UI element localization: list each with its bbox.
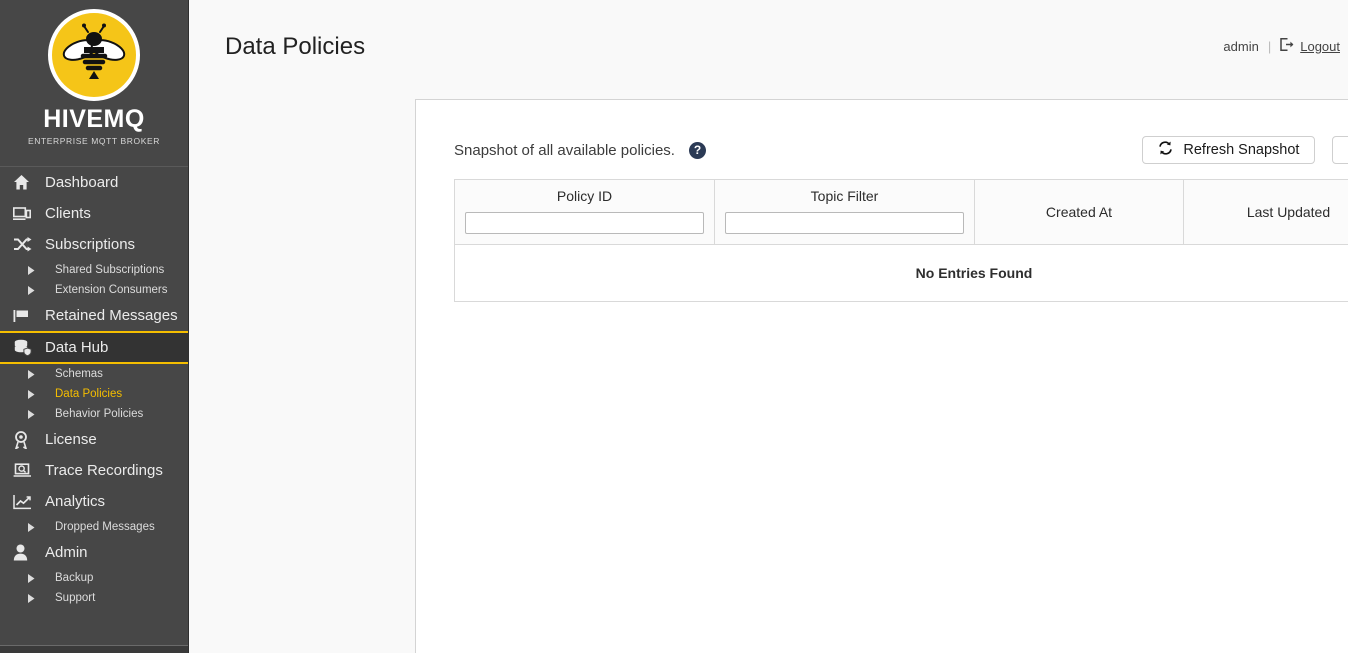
column-header-last-updated[interactable]: ▼ Last Updated xyxy=(1183,179,1348,245)
chevron-right-icon xyxy=(28,593,42,603)
table-body: No Entries Found xyxy=(454,244,1348,302)
flag-icon xyxy=(13,308,39,323)
main-content: Data Policies admin | Logout Snapshot of… xyxy=(189,0,1348,653)
sidebar-subitem-label: Data Policies xyxy=(55,388,123,400)
logout-icon xyxy=(1280,38,1294,54)
snapshot-description: Snapshot of all available policies. xyxy=(454,141,675,159)
snapshot-description-row: Snapshot of all available policies. ? xyxy=(454,141,706,159)
home-icon xyxy=(13,174,39,191)
sidebar-subitem-shared-subscriptions[interactable]: Shared Subscriptions xyxy=(0,260,188,280)
sidebar-subitem-data-policies[interactable]: Data Policies xyxy=(0,384,188,404)
user-area: admin | Logout xyxy=(1223,38,1340,54)
brand-tagline: ENTERPRISE MQTT BROKER xyxy=(27,136,161,146)
sidebar-item-label: Admin xyxy=(45,544,88,561)
sidebar-item-label: Clients xyxy=(45,205,91,222)
sidebar-subitem-label: Extension Consumers xyxy=(55,284,168,296)
column-label: Created At xyxy=(1045,204,1113,220)
sidebar-item-admin[interactable]: Admin xyxy=(0,537,188,568)
add-new-policy-button[interactable]: Add New Policy xyxy=(1332,136,1348,164)
policies-table: Policy ID Topic Filter Created At ▼ xyxy=(454,179,1348,302)
chevron-right-icon xyxy=(28,369,42,379)
column-header-topic-filter[interactable]: Topic Filter xyxy=(714,179,975,245)
award-icon xyxy=(13,430,39,449)
sidebar-item-trace-recordings[interactable]: Trace Recordings xyxy=(0,455,188,486)
sidebar-subitem-label: Shared Subscriptions xyxy=(55,264,165,276)
column-header-policy-id[interactable]: Policy ID xyxy=(454,179,715,245)
sidebar-footer xyxy=(0,646,188,653)
line-chart-icon xyxy=(13,494,39,510)
sidebar-subitem-extension-consumers[interactable]: Extension Consumers xyxy=(0,280,188,300)
username-label: admin xyxy=(1223,38,1259,54)
table-row-empty: No Entries Found xyxy=(454,244,1348,302)
table-head: Policy ID Topic Filter Created At ▼ xyxy=(454,179,1348,245)
brand-logo[interactable]: HIVEMQ ENTERPRISE MQTT BROKER xyxy=(0,0,188,167)
sidebar-subitem-label: Schemas xyxy=(55,368,103,380)
separator: | xyxy=(1267,38,1272,54)
refresh-icon xyxy=(1158,141,1173,159)
sidebar-item-label: Analytics xyxy=(45,493,106,510)
sidebar-item-label: Dashboard xyxy=(45,174,119,191)
brand-name: HIVEMQ xyxy=(43,105,145,133)
sidebar: HIVEMQ ENTERPRISE MQTT BROKER Dashboard … xyxy=(0,0,189,653)
table-header-row: Policy ID Topic Filter Created At ▼ xyxy=(454,179,1348,245)
policies-card: Snapshot of all available policies. ? Re… xyxy=(415,99,1348,653)
shuffle-icon xyxy=(13,237,39,252)
sidebar-item-subscriptions[interactable]: Subscriptions xyxy=(0,229,188,260)
refresh-snapshot-button[interactable]: Refresh Snapshot xyxy=(1142,136,1316,164)
policy-id-filter-input[interactable] xyxy=(465,212,704,234)
sidebar-nav: Dashboard Clients Subscriptions Shared S… xyxy=(0,167,188,608)
column-label: Last Updated xyxy=(1246,204,1331,220)
chevron-right-icon xyxy=(28,573,42,583)
sidebar-item-label: Data Hub xyxy=(45,339,109,356)
sidebar-subitem-label: Support xyxy=(55,592,96,604)
sidebar-item-dashboard[interactable]: Dashboard xyxy=(0,167,188,198)
chevron-right-icon xyxy=(28,285,42,295)
chevron-right-icon xyxy=(28,522,42,532)
chevron-right-icon xyxy=(28,389,42,399)
column-label: Topic Filter xyxy=(810,188,879,204)
sidebar-subitem-label: Behavior Policies xyxy=(55,408,144,420)
empty-state-message: No Entries Found xyxy=(454,244,1348,302)
sidebar-item-label: Retained Messages xyxy=(45,307,178,324)
topic-filter-filter-input[interactable] xyxy=(725,212,964,234)
monitor-icon xyxy=(13,206,39,221)
sidebar-item-analytics[interactable]: Analytics xyxy=(0,486,188,517)
help-icon[interactable]: ? xyxy=(688,141,706,159)
bee-logo-icon xyxy=(48,9,140,101)
card-header: Snapshot of all available policies. ? Re… xyxy=(416,100,1348,164)
database-shield-icon xyxy=(13,339,39,356)
chevron-right-icon xyxy=(28,409,42,419)
app-root: HIVEMQ ENTERPRISE MQTT BROKER Dashboard … xyxy=(0,0,1348,653)
sidebar-item-label: License xyxy=(45,431,97,448)
card-actions: Refresh Snapshot Add New Policy xyxy=(1142,136,1348,164)
laptop-search-icon xyxy=(13,463,39,478)
sidebar-item-retained-messages[interactable]: Retained Messages xyxy=(0,300,188,331)
sidebar-subitem-backup[interactable]: Backup xyxy=(0,568,188,588)
logout-button[interactable]: Logout xyxy=(1280,38,1340,54)
refresh-snapshot-label: Refresh Snapshot xyxy=(1183,142,1300,158)
page-title: Data Policies xyxy=(225,33,366,60)
column-label: Policy ID xyxy=(556,188,613,204)
sidebar-subitem-label: Dropped Messages xyxy=(55,521,155,533)
sidebar-subitem-dropped-messages[interactable]: Dropped Messages xyxy=(0,517,188,537)
column-header-created-at[interactable]: Created At xyxy=(974,179,1184,245)
sidebar-item-license[interactable]: License xyxy=(0,424,188,455)
top-bar: Data Policies admin | Logout xyxy=(189,0,1348,99)
sidebar-subitem-support[interactable]: Support xyxy=(0,588,188,608)
sidebar-item-data-hub[interactable]: Data Hub xyxy=(0,331,188,364)
sidebar-subitem-behavior-policies[interactable]: Behavior Policies xyxy=(0,404,188,424)
chevron-right-icon xyxy=(28,265,42,275)
sidebar-item-label: Subscriptions xyxy=(45,236,136,253)
sidebar-item-clients[interactable]: Clients xyxy=(0,198,188,229)
sidebar-subitem-schemas[interactable]: Schemas xyxy=(0,364,188,384)
sidebar-item-label: Trace Recordings xyxy=(45,462,163,479)
sidebar-subitem-label: Backup xyxy=(55,572,94,584)
user-icon xyxy=(13,544,39,561)
logout-label: Logout xyxy=(1300,38,1340,54)
